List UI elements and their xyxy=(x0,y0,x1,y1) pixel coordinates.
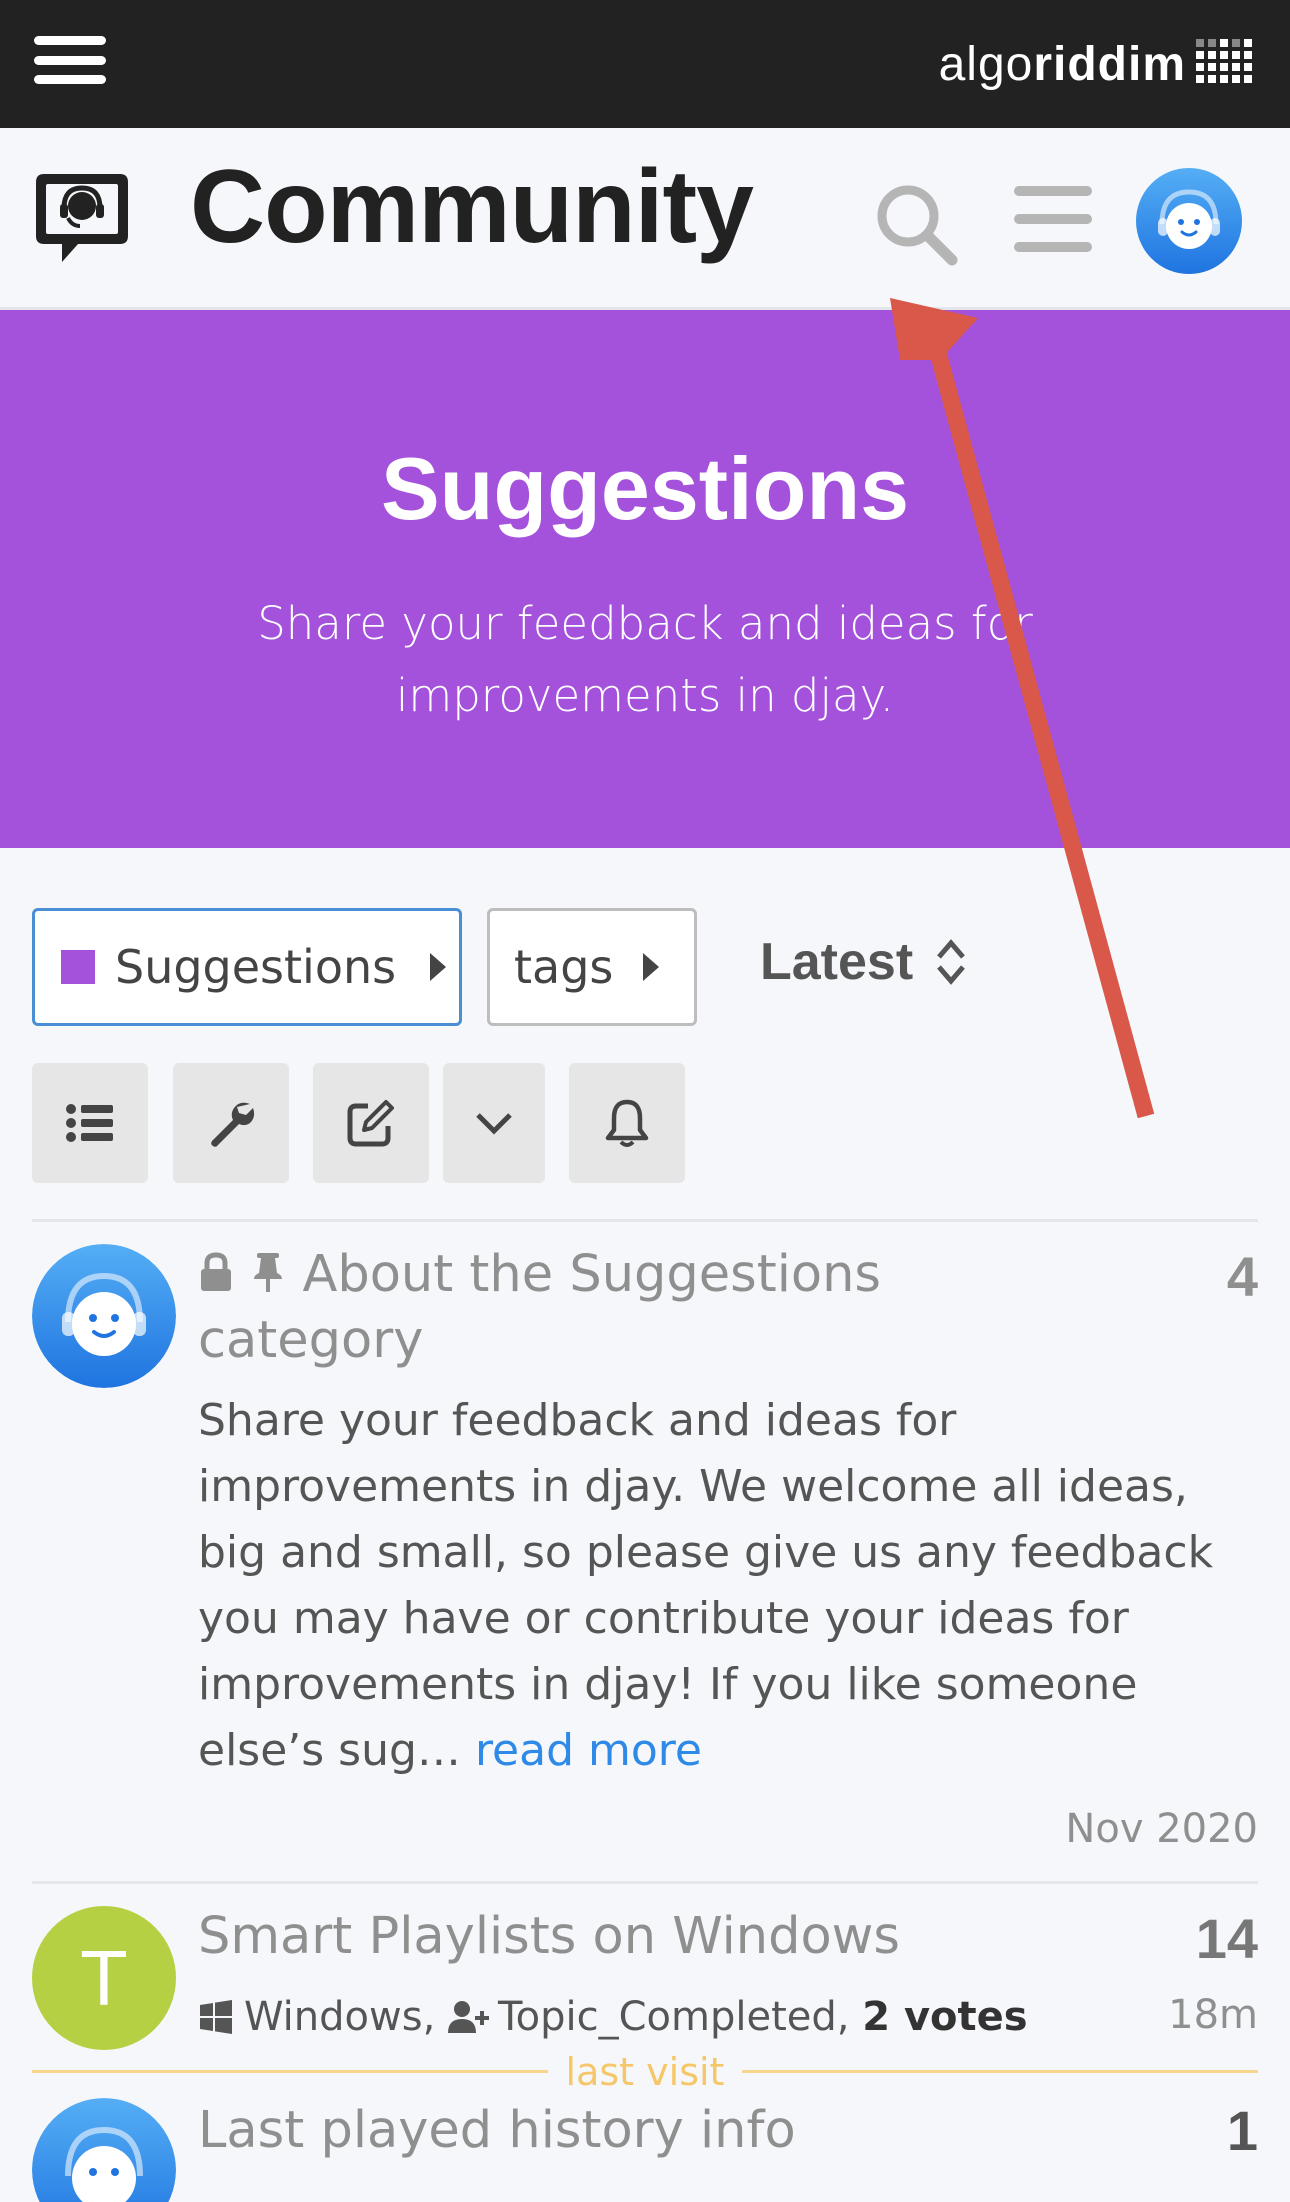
user-avatar[interactable] xyxy=(1136,168,1242,274)
topic-excerpt: Share your feedback and ideas for improv… xyxy=(198,1395,1214,1776)
category-banner: Suggestions Share your feedback and idea… xyxy=(0,310,1290,848)
vote-count: 2 votes xyxy=(862,1994,1028,2040)
edit-icon xyxy=(347,1100,394,1147)
more-options-button[interactable] xyxy=(443,1063,545,1183)
community-logo-icon[interactable] xyxy=(32,166,132,266)
caret-right-icon xyxy=(430,953,447,981)
topic-date[interactable]: Nov 2020 xyxy=(1065,1806,1258,1852)
topic-title[interactable]: Last played history info xyxy=(198,2098,796,2164)
topic-title[interactable]: Smart Playlists on Windows xyxy=(198,1904,900,1970)
reply-count[interactable]: 4 xyxy=(1227,1244,1258,1309)
user-plus-icon xyxy=(448,2001,489,2033)
search-icon[interactable] xyxy=(868,176,964,272)
menu-icon[interactable] xyxy=(1014,186,1092,252)
divider xyxy=(32,1881,1258,1884)
category-description: Share your feedback and ideas for improv… xyxy=(257,597,1033,722)
topic-tags: Windows, Topic_Completed, 2 votes xyxy=(198,1994,1028,2040)
brand-grid-icon xyxy=(1196,39,1252,83)
windows-icon xyxy=(200,2000,232,2034)
reply-count[interactable]: 14 xyxy=(1196,1906,1258,1971)
topic-avatar[interactable] xyxy=(32,2098,176,2202)
algoriddim-logo[interactable]: algoriddim xyxy=(939,14,1252,114)
toggle-list-button[interactable] xyxy=(32,1063,148,1183)
hamburger-menu-icon[interactable] xyxy=(34,36,106,84)
topic-avatar[interactable]: T xyxy=(32,1906,176,2050)
caret-right-icon xyxy=(643,953,660,981)
lock-icon xyxy=(201,1252,231,1291)
brand-wordmark: algoriddim xyxy=(938,37,1186,91)
category-dropdown[interactable]: Suggestions xyxy=(32,908,462,1026)
sort-updown-icon xyxy=(937,939,966,985)
sort-dropdown[interactable]: Latest xyxy=(760,932,967,992)
avatar-letter: T xyxy=(80,1933,128,2022)
topic-activity-time[interactable]: 18m xyxy=(1168,1992,1258,2038)
chevron-down-icon xyxy=(476,1113,512,1135)
new-topic-button[interactable] xyxy=(313,1063,429,1183)
last-visit-label: last visit xyxy=(565,2050,725,2094)
tag-windows[interactable]: Windows xyxy=(244,1994,423,2040)
last-visit-line xyxy=(32,2070,548,2073)
read-more-link[interactable]: read more xyxy=(475,1725,702,1776)
divider xyxy=(32,1219,1258,1222)
reply-count[interactable]: 1 xyxy=(1227,2098,1258,2163)
tags-dropdown-label: tags xyxy=(514,940,614,994)
category-title: Suggestions xyxy=(380,439,910,538)
site-header: Community xyxy=(0,128,1290,310)
tags-dropdown[interactable]: tags xyxy=(487,908,697,1026)
category-dropdown-label: Suggestions xyxy=(115,940,397,994)
category-settings-button[interactable] xyxy=(173,1063,289,1183)
notifications-button[interactable] xyxy=(569,1063,685,1183)
tag-topic-completed[interactable]: Topic_Completed xyxy=(498,1994,837,2040)
list-icon xyxy=(66,1104,113,1142)
last-visit-line xyxy=(742,2070,1258,2073)
bell-icon xyxy=(605,1099,649,1147)
page-title: Community xyxy=(190,149,754,265)
wrench-icon xyxy=(211,1102,255,1147)
category-color-swatch xyxy=(61,950,95,984)
pin-icon xyxy=(254,1253,283,1292)
top-bar: algoriddim xyxy=(0,0,1290,128)
sort-label: Latest xyxy=(760,933,914,991)
topic-title[interactable]: About the Suggestions category xyxy=(198,1242,1098,1374)
topic-avatar[interactable] xyxy=(32,1244,176,1388)
